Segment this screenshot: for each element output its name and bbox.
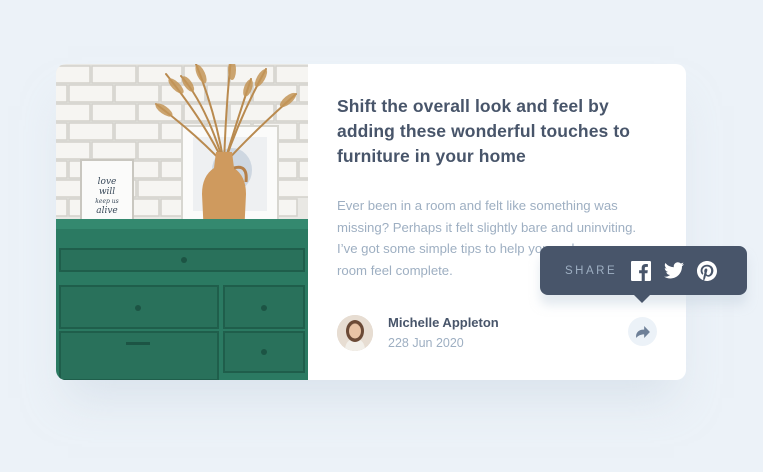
svg-text:keep us: keep us [95, 198, 118, 205]
pinterest-icon[interactable] [697, 260, 718, 281]
article-content: Shift the overall look and feel by addin… [308, 64, 686, 380]
svg-text:alive: alive [96, 206, 118, 216]
share-icon [635, 325, 650, 338]
svg-text:will: will [99, 187, 115, 197]
facebook-icon[interactable] [631, 260, 652, 281]
share-tooltip: SHARE [540, 246, 747, 303]
article-card: love will keep us alive Shift the overal… [56, 64, 686, 380]
article-image: love will keep us alive [56, 64, 308, 380]
author-date: 228 Jun 2020 [388, 336, 464, 350]
avatar [337, 315, 373, 351]
article-title: Shift the overall look and feel by addin… [337, 96, 631, 166]
share-label: SHARE [565, 264, 618, 277]
author-block: Michelle Appleton 228 Jun 2020 [337, 314, 499, 352]
share-button[interactable] [628, 317, 657, 346]
author-name: Michelle Appleton [388, 315, 499, 330]
twitter-icon[interactable] [664, 261, 685, 281]
svg-text:love: love [98, 177, 117, 187]
